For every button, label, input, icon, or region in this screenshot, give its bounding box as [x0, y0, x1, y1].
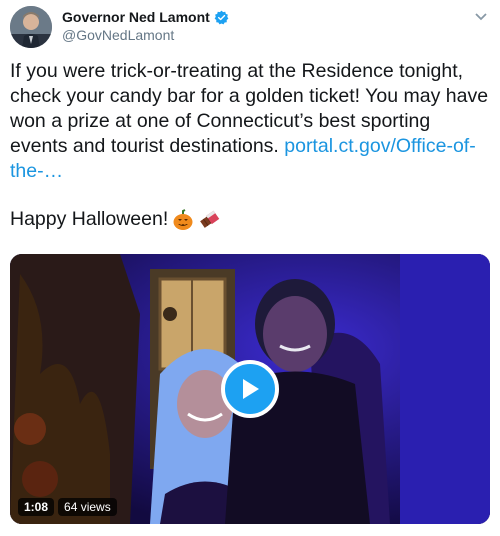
greeting-line: Happy Halloween!: [10, 207, 220, 232]
chevron-down-icon[interactable]: [472, 8, 490, 26]
tweet-text: If you were trick-or-treating at the Res…: [10, 59, 492, 184]
video-player[interactable]: 1:08 64 views: [10, 254, 490, 524]
greeting-text: Happy Halloween!: [10, 208, 169, 230]
avatar[interactable]: [10, 6, 52, 48]
play-icon: [243, 379, 259, 399]
avatar-photo: [10, 6, 52, 48]
tweet-header: Governor Ned Lamont @GovNedLamont: [10, 6, 490, 52]
display-name[interactable]: Governor Ned Lamont: [62, 9, 210, 25]
video-views: 64 views: [58, 498, 117, 516]
pumpkin-icon: [172, 208, 194, 231]
name-row: Governor Ned Lamont: [62, 9, 229, 25]
chocolate-bar-icon: [198, 209, 220, 231]
video-badges: 1:08 64 views: [18, 498, 117, 516]
handle[interactable]: @GovNedLamont: [62, 27, 174, 43]
verified-badge-icon: [214, 10, 229, 25]
play-button[interactable]: [221, 360, 279, 418]
video-duration: 1:08: [18, 498, 55, 516]
